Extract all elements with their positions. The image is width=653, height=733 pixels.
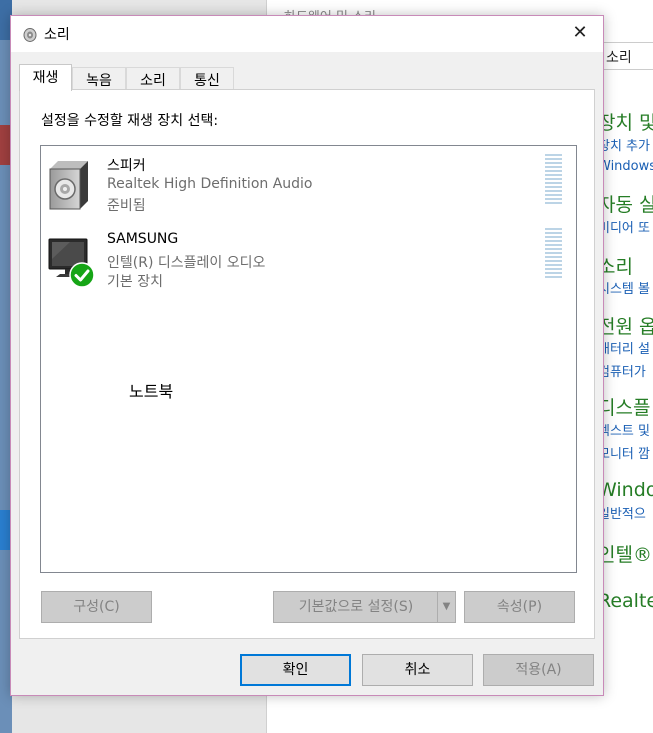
chevron-down-icon: ▼ [442,601,451,612]
speaker-icon [49,161,88,210]
volume-meter [545,154,562,206]
control-panel-category-title[interactable]: Realtek [598,590,653,612]
cancel-button[interactable]: 취소 [362,654,473,686]
default-check-icon [69,262,95,288]
control-panel-link[interactable]: 컴퓨터가 [598,361,653,380]
device-status: 준비됨 [107,198,146,214]
set-default-dropdown[interactable]: ▼ [437,592,455,622]
control-panel-category-title[interactable]: 인텔® [598,540,653,567]
ok-button[interactable]: 확인 [240,654,351,686]
control-panel-category-title[interactable]: 장치 및 [598,108,653,135]
note-text: 노트북 [129,382,174,401]
control-panel-category-title[interactable]: 소리 [598,252,653,279]
control-panel-category-title[interactable]: Windo [598,479,653,501]
control-panel-category-title[interactable]: 자동 실 [598,190,653,217]
tab-playback[interactable]: 재생 [19,64,72,91]
device-name: SAMSUNG [107,231,179,247]
apply-button[interactable]: 적용(A) [483,654,594,686]
volume-meter [545,228,562,280]
set-default-label: 기본값으로 설정(S) [298,599,414,615]
control-panel-link[interactable]: 일반적으 [598,503,653,522]
control-panel-category-title[interactable]: 전원 옵 [598,312,653,339]
control-panel-link[interactable]: 미디어 또 [598,217,653,236]
device-item-samsung[interactable]: SAMSUNG 인텔(R) 디스플레이 오디오 기본 장치 [41,228,576,292]
properties-button[interactable]: 속성(P) [464,591,575,623]
control-panel-link[interactable]: 모니터 깜 [598,443,653,462]
device-driver: 인텔(R) 디스플레이 오디오 [107,255,266,271]
control-panel-link[interactable]: Windows [598,159,653,174]
title-bar[interactable]: 소리 ✕ [11,16,603,52]
dialog-title: 소리 [44,27,70,43]
speaker-title-icon [23,28,37,42]
control-panel-category-title[interactable]: 디스플 [598,393,653,420]
playback-panel: 설정을 수정할 재생 장치 선택: 스피커 Realtek High Defin… [19,89,595,639]
device-name: 스피커 [107,158,146,174]
tab-sounds[interactable]: 소리 [126,67,180,89]
control-panel-link[interactable]: 장치 추가 [598,135,653,154]
instruction-label: 설정을 수정할 재생 장치 선택: [41,113,219,129]
sound-dialog: 소리 ✕ 재생 녹음 소리 통신 설정을 수정할 재생 장치 선택: 스피커 R… [10,15,604,696]
device-status: 기본 장치 [107,274,163,290]
tab-communications[interactable]: 통신 [180,67,234,89]
control-panel-link[interactable]: 텍스트 및 [598,420,653,439]
control-panel-search-input[interactable]: 소리 [600,42,653,70]
close-button[interactable]: ✕ [557,16,603,52]
control-panel-link[interactable]: 배터리 설 [598,338,653,357]
playback-device-list[interactable]: 스피커 Realtek High Definition Audio 준비됨 SA… [40,145,577,573]
tab-recording[interactable]: 녹음 [72,67,126,89]
close-icon: ✕ [572,22,588,43]
set-default-button[interactable]: 기본값으로 설정(S) ▼ [273,591,456,623]
device-driver: Realtek High Definition Audio [107,176,313,192]
device-item-speaker[interactable]: 스피커 Realtek High Definition Audio 준비됨 [41,152,576,216]
configure-button[interactable]: 구성(C) [41,591,152,623]
control-panel-link[interactable]: 시스템 볼 [598,278,653,297]
